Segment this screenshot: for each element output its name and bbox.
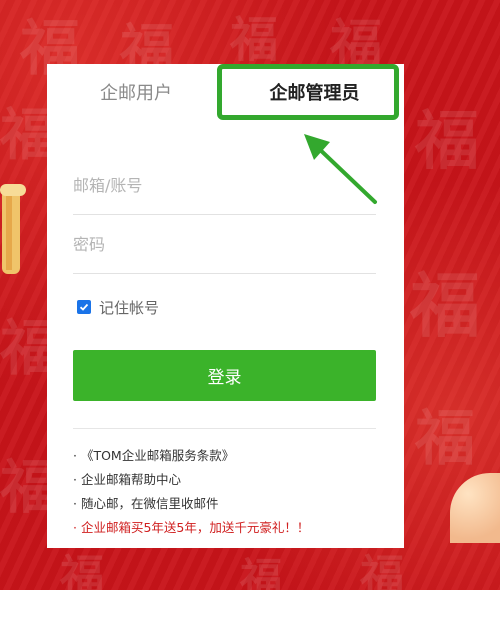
background-decoration: 福 [230,12,279,68]
help-links: · 《TOM企业邮箱服务条款》 · 企业邮箱帮助中心 · 随心邮，在微信里收邮件… [73,444,393,540]
password-input[interactable] [73,216,376,273]
tab-enterprise-user[interactable]: 企邮用户 [47,64,225,124]
link-wechat-mail[interactable]: · 随心邮，在微信里收邮件 [73,492,393,516]
password-field [73,216,376,274]
golden-scroll-decoration [0,184,26,274]
link-promotion[interactable]: · 企业邮箱买5年送5年，加送千元豪礼！！ [73,516,393,540]
divider [73,428,376,429]
tab-enterprise-admin[interactable]: 企邮管理员 [225,64,404,124]
background-decoration: 福 [410,264,480,347]
remember-label: 记住帐号 [99,298,160,317]
login-button[interactable]: 登录 [73,350,376,401]
arrow-pointer-icon [304,134,377,204]
link-service-terms[interactable]: · 《TOM企业邮箱服务条款》 [73,444,393,468]
checkmark-icon [79,303,89,311]
link-help-center[interactable]: · 企业邮箱帮助中心 [73,468,393,492]
remember-checkbox[interactable] [77,300,91,314]
background-decoration: 福 [415,104,479,179]
background-decoration: 福 [415,404,475,474]
bottom-blank-area [0,590,500,637]
remember-account[interactable]: 记住帐号 [77,297,159,317]
corner-decoration [450,473,500,543]
